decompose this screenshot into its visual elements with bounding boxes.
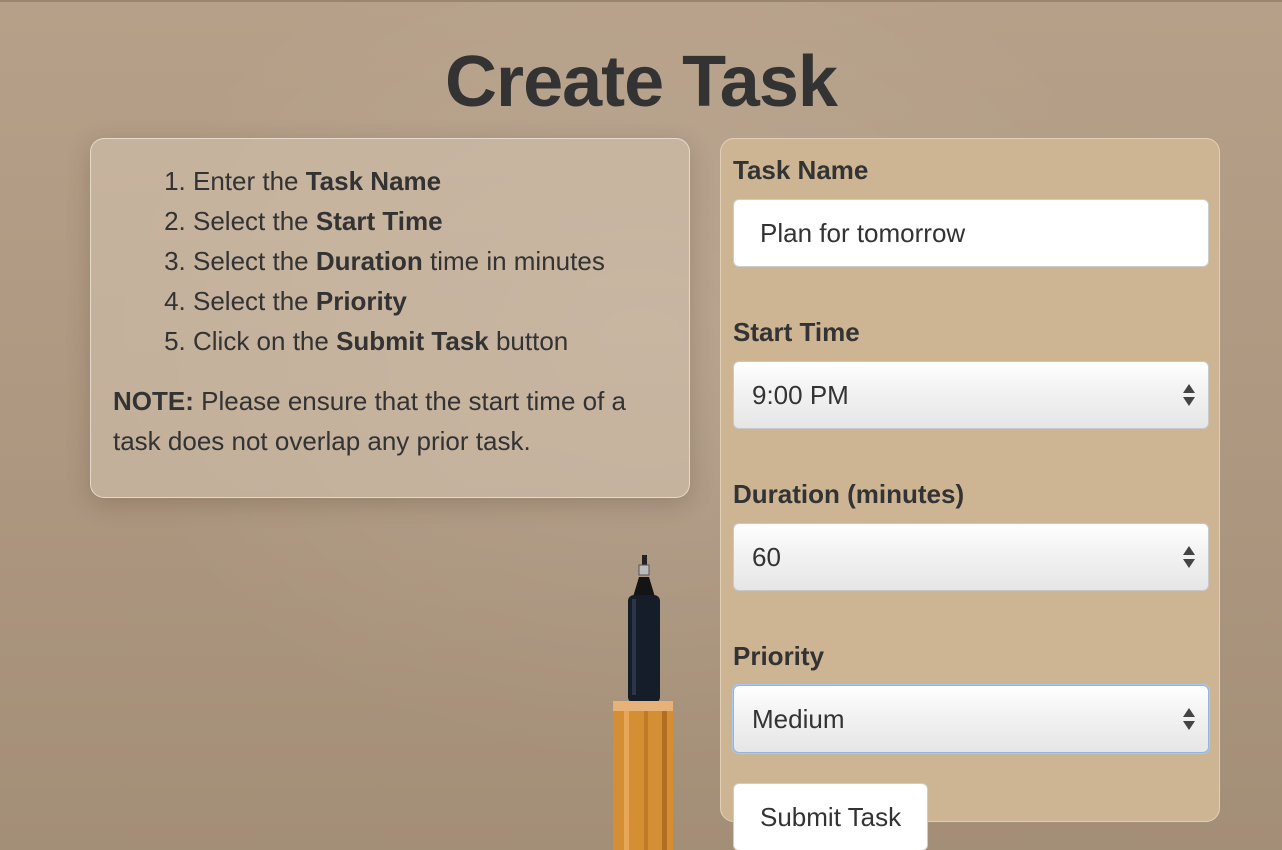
instruction-step: Enter the Task Name (193, 161, 667, 201)
top-border (0, 0, 1282, 2)
up-down-arrows-icon (1183, 384, 1195, 406)
note-label: NOTE: (113, 386, 194, 416)
instructions-list: Enter the Task Name Select the Start Tim… (113, 161, 667, 361)
start-time-value: 9:00 PM (752, 380, 849, 410)
start-time-select[interactable]: 9:00 PM (733, 361, 1209, 429)
priority-label: Priority (733, 641, 825, 671)
task-name-label: Task Name (733, 155, 869, 185)
instruction-step: Click on the Submit Task button (193, 321, 667, 361)
duration-label: Duration (minutes) (733, 479, 965, 509)
task-form: Task Name Start Time 9:00 PM Duration (m… (720, 138, 1220, 850)
instruction-step: Select the Start Time (193, 201, 667, 241)
submit-task-button[interactable]: Submit Task (733, 783, 929, 850)
instruction-step: Select the Duration time in minutes (193, 241, 667, 281)
pen-image (613, 555, 673, 850)
duration-select[interactable]: 60 (733, 523, 1209, 591)
up-down-arrows-icon (1183, 546, 1195, 568)
instructions-panel: Enter the Task Name Select the Start Tim… (90, 138, 690, 498)
page-title: Create Task (445, 42, 838, 122)
duration-value: 60 (752, 542, 781, 572)
priority-value: Medium (752, 704, 845, 734)
start-time-label: Start Time (733, 317, 860, 347)
note-text: NOTE: Please ensure that the start time … (113, 386, 627, 456)
instruction-step: Select the Priority (193, 281, 667, 321)
task-name-input[interactable] (733, 199, 1209, 267)
priority-select[interactable]: Medium (733, 685, 1209, 753)
up-down-arrows-icon (1183, 708, 1195, 730)
